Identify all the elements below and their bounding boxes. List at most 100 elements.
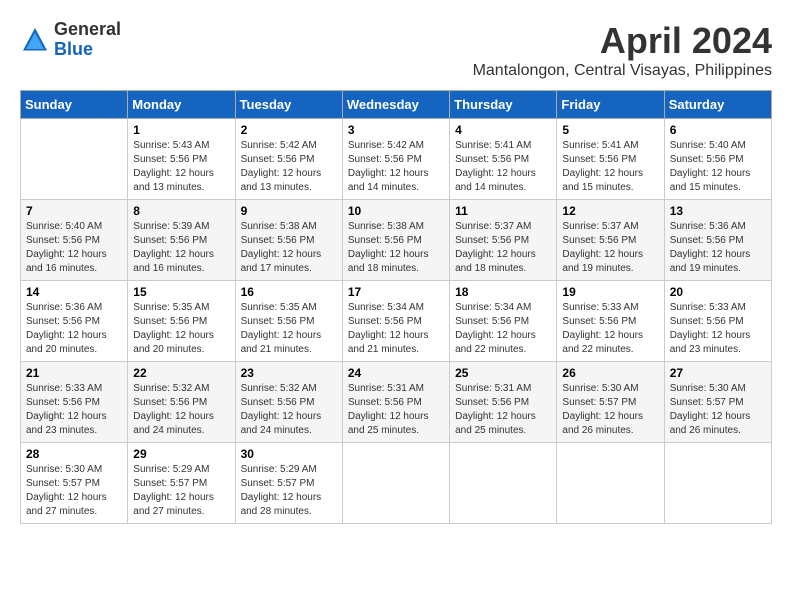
day-number: 29 — [133, 447, 229, 461]
day-number: 26 — [562, 366, 658, 380]
day-number: 1 — [133, 123, 229, 137]
weekday-header: Saturday — [664, 91, 771, 119]
day-info: Sunrise: 5:30 AM Sunset: 5:57 PM Dayligh… — [26, 463, 122, 519]
weekday-header: Thursday — [450, 91, 557, 119]
day-info: Sunrise: 5:31 AM Sunset: 5:56 PM Dayligh… — [348, 382, 444, 438]
day-info: Sunrise: 5:42 AM Sunset: 5:56 PM Dayligh… — [241, 139, 337, 195]
calendar-cell: 24 Sunrise: 5:31 AM Sunset: 5:56 PM Dayli… — [342, 362, 449, 443]
calendar-cell: 11 Sunrise: 5:37 AM Sunset: 5:56 PM Dayli… — [450, 200, 557, 281]
day-number: 19 — [562, 285, 658, 299]
calendar-cell: 30 Sunrise: 5:29 AM Sunset: 5:57 PM Dayli… — [235, 443, 342, 524]
logo-general: General — [54, 20, 121, 40]
day-info: Sunrise: 5:33 AM Sunset: 5:56 PM Dayligh… — [26, 382, 122, 438]
day-info: Sunrise: 5:37 AM Sunset: 5:56 PM Dayligh… — [455, 220, 551, 276]
day-number: 22 — [133, 366, 229, 380]
day-number: 21 — [26, 366, 122, 380]
location: Mantalongon, Central Visayas, Philippine… — [473, 62, 772, 80]
day-info: Sunrise: 5:30 AM Sunset: 5:57 PM Dayligh… — [670, 382, 766, 438]
calendar-cell: 29 Sunrise: 5:29 AM Sunset: 5:57 PM Dayli… — [128, 443, 235, 524]
day-number: 24 — [348, 366, 444, 380]
day-number: 2 — [241, 123, 337, 137]
day-number: 9 — [241, 204, 337, 218]
day-number: 20 — [670, 285, 766, 299]
day-number: 12 — [562, 204, 658, 218]
calendar-week-row: 1 Sunrise: 5:43 AM Sunset: 5:56 PM Daylig… — [21, 119, 772, 200]
calendar-cell: 21 Sunrise: 5:33 AM Sunset: 5:56 PM Dayli… — [21, 362, 128, 443]
calendar-cell: 16 Sunrise: 5:35 AM Sunset: 5:56 PM Dayli… — [235, 281, 342, 362]
title-block: April 2024 Mantalongon, Central Visayas,… — [473, 20, 772, 80]
month-title: April 2024 — [473, 20, 772, 62]
logo-icon — [20, 25, 50, 55]
calendar-cell: 19 Sunrise: 5:33 AM Sunset: 5:56 PM Dayli… — [557, 281, 664, 362]
calendar-cell: 12 Sunrise: 5:37 AM Sunset: 5:56 PM Dayli… — [557, 200, 664, 281]
day-info: Sunrise: 5:31 AM Sunset: 5:56 PM Dayligh… — [455, 382, 551, 438]
day-number: 30 — [241, 447, 337, 461]
calendar-cell: 28Sunrise: 5:30 AM Sunset: 5:57 PM Dayli… — [21, 443, 128, 524]
day-info: Sunrise: 5:34 AM Sunset: 5:56 PM Dayligh… — [455, 301, 551, 357]
day-number: 16 — [241, 285, 337, 299]
day-number: 6 — [670, 123, 766, 137]
calendar-cell: 3Sunrise: 5:42 AM Sunset: 5:56 PM Daylig… — [342, 119, 449, 200]
day-info: Sunrise: 5:29 AM Sunset: 5:57 PM Dayligh… — [133, 463, 229, 519]
day-info: Sunrise: 5:36 AM Sunset: 5:56 PM Dayligh… — [670, 220, 766, 276]
calendar-header: SundayMondayTuesdayWednesdayThursdayFrid… — [21, 91, 772, 119]
calendar-cell — [342, 443, 449, 524]
day-info: Sunrise: 5:35 AM Sunset: 5:56 PM Dayligh… — [133, 301, 229, 357]
day-info: Sunrise: 5:40 AM Sunset: 5:56 PM Dayligh… — [670, 139, 766, 195]
logo-blue: Blue — [54, 40, 121, 60]
day-info: Sunrise: 5:34 AM Sunset: 5:56 PM Dayligh… — [348, 301, 444, 357]
calendar-cell: 25 Sunrise: 5:31 AM Sunset: 5:56 PM Dayli… — [450, 362, 557, 443]
day-info: Sunrise: 5:43 AM Sunset: 5:56 PM Dayligh… — [133, 139, 229, 195]
day-info: Sunrise: 5:35 AM Sunset: 5:56 PM Dayligh… — [241, 301, 337, 357]
logo: General Blue — [20, 20, 121, 60]
day-number: 15 — [133, 285, 229, 299]
calendar-cell — [450, 443, 557, 524]
weekday-header: Sunday — [21, 91, 128, 119]
calendar-cell: 5 Sunrise: 5:41 AM Sunset: 5:56 PM Daylig… — [557, 119, 664, 200]
day-info: Sunrise: 5:42 AM Sunset: 5:56 PM Dayligh… — [348, 139, 444, 195]
calendar-table: SundayMondayTuesdayWednesdayThursdayFrid… — [20, 90, 772, 524]
calendar-week-row: 14 Sunrise: 5:36 AM Sunset: 5:56 PM Dayli… — [21, 281, 772, 362]
calendar-week-row: 21 Sunrise: 5:33 AM Sunset: 5:56 PM Dayli… — [21, 362, 772, 443]
calendar-week-row: 7 Sunrise: 5:40 AM Sunset: 5:56 PM Daylig… — [21, 200, 772, 281]
calendar-cell: 10Sunrise: 5:38 AM Sunset: 5:56 PM Dayli… — [342, 200, 449, 281]
weekday-header: Tuesday — [235, 91, 342, 119]
day-info: Sunrise: 5:41 AM Sunset: 5:56 PM Dayligh… — [455, 139, 551, 195]
day-number: 8 — [133, 204, 229, 218]
calendar-cell: 27 Sunrise: 5:30 AM Sunset: 5:57 PM Dayli… — [664, 362, 771, 443]
page-header: General Blue April 2024 Mantalongon, Cen… — [20, 20, 772, 80]
day-info: Sunrise: 5:29 AM Sunset: 5:57 PM Dayligh… — [241, 463, 337, 519]
day-number: 27 — [670, 366, 766, 380]
calendar-cell — [21, 119, 128, 200]
day-number: 7 — [26, 204, 122, 218]
calendar-cell: 14 Sunrise: 5:36 AM Sunset: 5:56 PM Dayli… — [21, 281, 128, 362]
day-number: 11 — [455, 204, 551, 218]
day-info: Sunrise: 5:39 AM Sunset: 5:56 PM Dayligh… — [133, 220, 229, 276]
day-number: 5 — [562, 123, 658, 137]
calendar-cell: 18 Sunrise: 5:34 AM Sunset: 5:56 PM Dayli… — [450, 281, 557, 362]
day-info: Sunrise: 5:38 AM Sunset: 5:56 PM Dayligh… — [348, 220, 444, 276]
day-info: Sunrise: 5:36 AM Sunset: 5:56 PM Dayligh… — [26, 301, 122, 357]
day-info: Sunrise: 5:37 AM Sunset: 5:56 PM Dayligh… — [562, 220, 658, 276]
calendar-body: 1 Sunrise: 5:43 AM Sunset: 5:56 PM Daylig… — [21, 119, 772, 524]
day-info: Sunrise: 5:41 AM Sunset: 5:56 PM Dayligh… — [562, 139, 658, 195]
logo-text: General Blue — [54, 20, 121, 60]
calendar-cell: 13Sunrise: 5:36 AM Sunset: 5:56 PM Dayli… — [664, 200, 771, 281]
calendar-cell: 9 Sunrise: 5:38 AM Sunset: 5:56 PM Daylig… — [235, 200, 342, 281]
day-number: 14 — [26, 285, 122, 299]
calendar-cell: 20Sunrise: 5:33 AM Sunset: 5:56 PM Dayli… — [664, 281, 771, 362]
day-info: Sunrise: 5:32 AM Sunset: 5:56 PM Dayligh… — [241, 382, 337, 438]
day-info: Sunrise: 5:38 AM Sunset: 5:56 PM Dayligh… — [241, 220, 337, 276]
day-number: 23 — [241, 366, 337, 380]
day-info: Sunrise: 5:33 AM Sunset: 5:56 PM Dayligh… — [562, 301, 658, 357]
calendar-cell: 1 Sunrise: 5:43 AM Sunset: 5:56 PM Daylig… — [128, 119, 235, 200]
day-number: 18 — [455, 285, 551, 299]
day-number: 25 — [455, 366, 551, 380]
calendar-cell: 26 Sunrise: 5:30 AM Sunset: 5:57 PM Dayli… — [557, 362, 664, 443]
calendar-cell: 4Sunrise: 5:41 AM Sunset: 5:56 PM Daylig… — [450, 119, 557, 200]
calendar-cell: 8 Sunrise: 5:39 AM Sunset: 5:56 PM Daylig… — [128, 200, 235, 281]
day-info: Sunrise: 5:30 AM Sunset: 5:57 PM Dayligh… — [562, 382, 658, 438]
calendar-cell — [664, 443, 771, 524]
calendar-cell: 2 Sunrise: 5:42 AM Sunset: 5:56 PM Daylig… — [235, 119, 342, 200]
day-info: Sunrise: 5:40 AM Sunset: 5:56 PM Dayligh… — [26, 220, 122, 276]
